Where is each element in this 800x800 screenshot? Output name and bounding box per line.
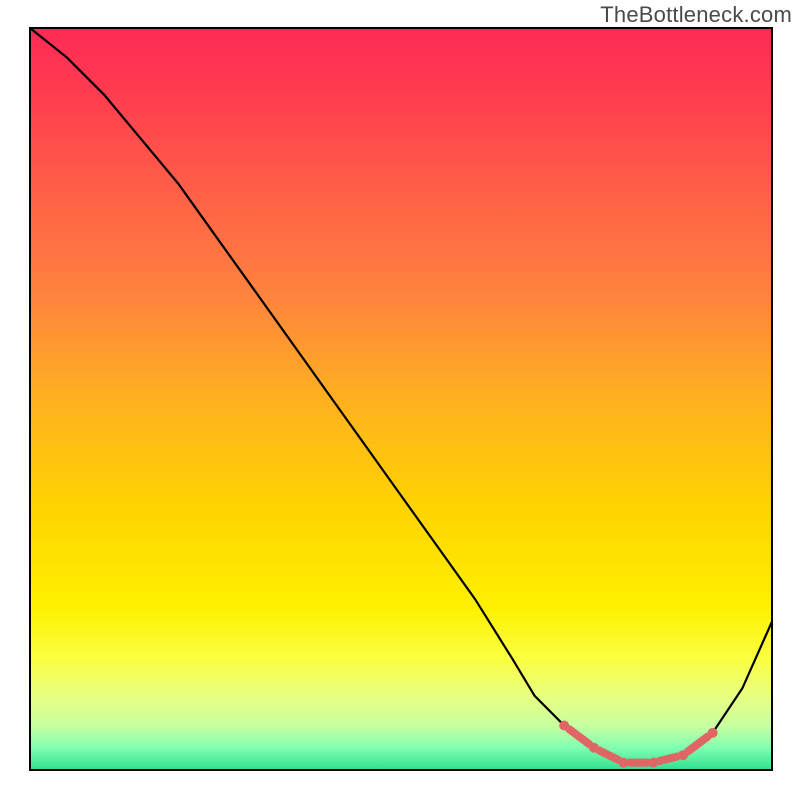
marker-dash	[659, 757, 677, 762]
marker-dot	[708, 728, 718, 738]
watermark-text: TheBottleneck.com	[600, 2, 792, 28]
bottleneck-chart	[0, 0, 800, 800]
chart-container: TheBottleneck.com	[0, 0, 800, 800]
